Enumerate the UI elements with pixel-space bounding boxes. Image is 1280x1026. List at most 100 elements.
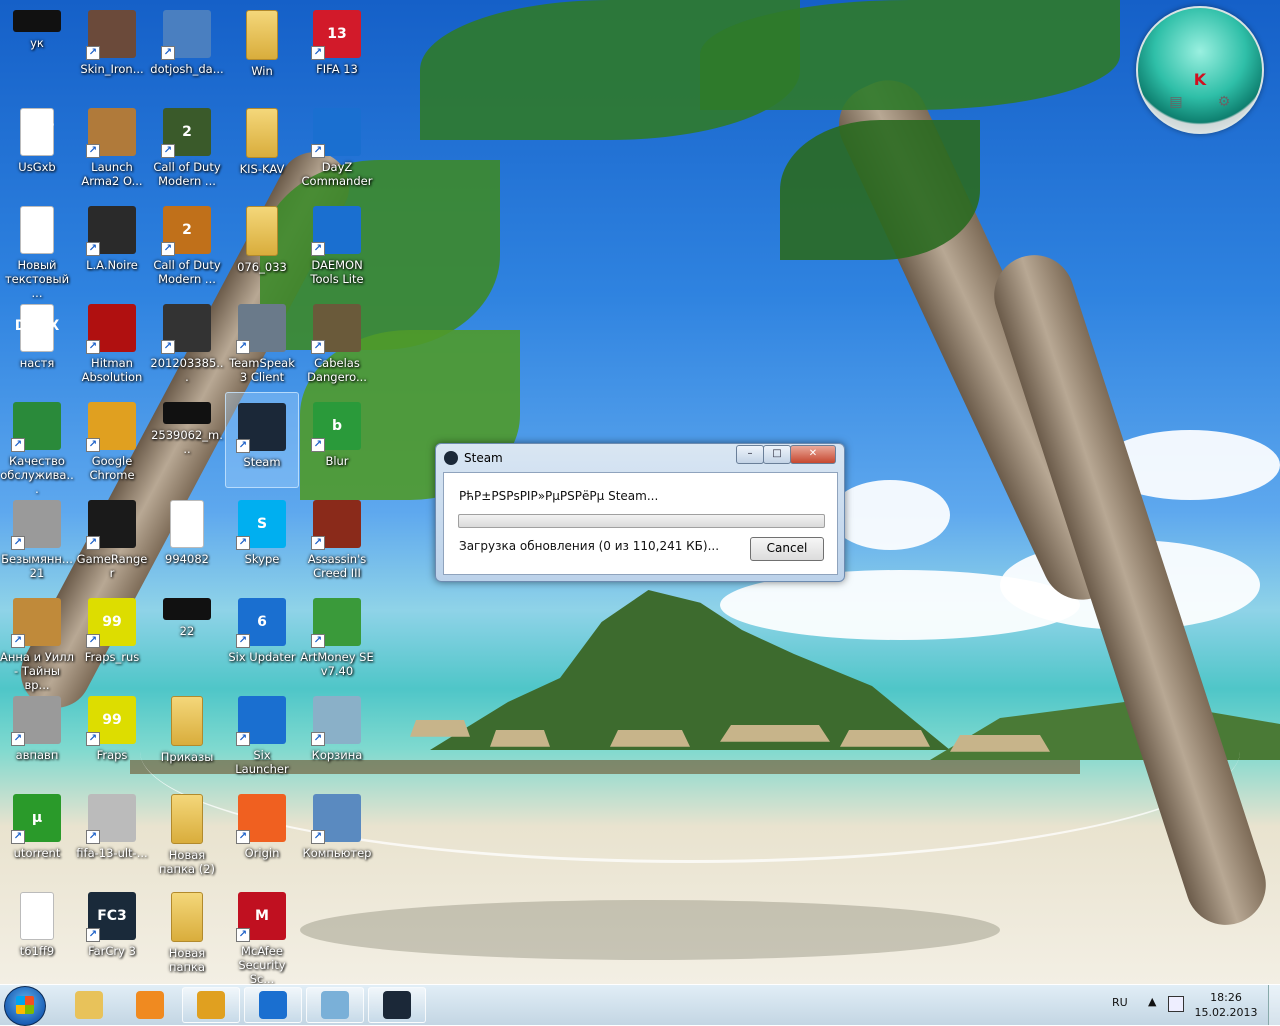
desktop-icon-label: ArtMoney SE v7.40	[300, 650, 374, 678]
desktop-icon[interactable]: 2 ↗ Call of Duty Modern ...	[150, 196, 224, 292]
desktop-icon[interactable]: DOCX настя	[0, 294, 74, 390]
desktop-icon[interactable]: ↗ L.A.Noire	[75, 196, 149, 292]
desktop-icon[interactable]: ↗ Google Chrome	[75, 392, 149, 488]
desktop-icon[interactable]: t61ff9	[0, 882, 74, 978]
desktop-icon[interactable]: 6 ↗ Six Updater	[225, 588, 299, 684]
show-desktop-button[interactable]	[1268, 985, 1280, 1025]
desktop-icon[interactable]: Новый текстовый ...	[0, 196, 74, 300]
icon-glyph: 2	[182, 124, 192, 140]
desktop-icon[interactable]: ↗ DAEMON Tools Lite	[300, 196, 374, 292]
icon-glyph: 2	[182, 222, 192, 238]
desktop-icon[interactable]: ↗ 201203385...	[150, 294, 224, 390]
clock[interactable]: 18:26 15.02.2013	[1186, 990, 1266, 1020]
desktop-icon[interactable]: ↗ Hitman Absolution	[75, 294, 149, 390]
icon-glyph: 13	[327, 26, 347, 42]
network-icon[interactable]	[1168, 996, 1184, 1012]
desktop-icon-label: KIS-KAV	[239, 162, 285, 176]
desktop-icon[interactable]: 99 ↗ Fraps_rus	[75, 588, 149, 684]
desktop-icon[interactable]: ↗ Компьютер	[300, 784, 374, 880]
desktop-icon[interactable]: ↗ Корзина	[300, 686, 374, 782]
desktop-icon[interactable]: Win	[225, 0, 299, 96]
shortcut-arrow-icon: ↗	[236, 536, 250, 550]
icon-glyph: 99	[102, 614, 122, 630]
report-icon[interactable]: ▤	[1166, 94, 1186, 114]
desktop-icon[interactable]: 2539062_m...	[150, 392, 224, 488]
desktop-icon[interactable]: KIS-KAV	[225, 98, 299, 194]
app-icon: ↗	[236, 403, 286, 453]
desktop-icon-label: Cabelas Dangero...	[307, 356, 367, 384]
desktop-icon[interactable]: ↗ fifa-13-ult-...	[75, 784, 149, 880]
desktop-icon[interactable]: 22	[150, 588, 224, 684]
shortcut-arrow-icon: ↗	[11, 536, 25, 550]
palm-frond	[780, 120, 980, 260]
desktop-icon[interactable]: Приказы	[150, 686, 224, 782]
folder-icon	[246, 206, 278, 256]
steam-update-dialog[interactable]: Steam – □ ✕ РћР±РЅРѕРІР»РµРЅРёРµ Steam..…	[435, 443, 845, 582]
desktop-icon[interactable]: M ↗ McAfee Security Sc...	[225, 882, 299, 984]
taskbar-button[interactable]	[182, 987, 240, 1023]
desktop-icon[interactable]: ↗ Launch Arma2 O...	[75, 98, 149, 194]
desktop-icon[interactable]: ODT UsGxb	[0, 98, 74, 194]
desktop-icon[interactable]: Новая папка	[150, 882, 224, 978]
taskbar-button[interactable]	[244, 987, 302, 1023]
shortcut-arrow-icon: ↗	[236, 634, 250, 648]
start-button[interactable]	[4, 986, 46, 1026]
desktop-icon[interactable]: S ↗ Skype	[225, 490, 299, 586]
desktop-icon[interactable]: ↗ TeamSpeak 3 Client	[225, 294, 299, 390]
desktop-icon-label: TeamSpeak 3 Client	[229, 356, 295, 384]
shortcut-arrow-icon: ↗	[236, 732, 250, 746]
desktop-icon[interactable]: ↗ GameRanger	[75, 490, 149, 586]
maximize-button[interactable]: □	[763, 445, 791, 464]
desktop-icon[interactable]: ук	[0, 0, 74, 96]
desktop-icon[interactable]: ↗ Origin	[225, 784, 299, 880]
desktop-icon[interactable]: ↗ Безымянн... 21	[0, 490, 74, 586]
desktop-icon[interactable]: ↗ Six Launcher	[225, 686, 299, 782]
desktop-icon[interactable]: ↗ Cabelas Dangero...	[300, 294, 374, 390]
desktop-icon[interactable]: 994082	[150, 490, 224, 586]
close-button[interactable]: ✕	[790, 445, 836, 464]
desktop-icon[interactable]: FC3 ↗ FarCry 3	[75, 882, 149, 978]
desktop-icon[interactable]: 13 ↗ FIFA 13	[300, 0, 374, 96]
taskbar-button[interactable]	[368, 987, 426, 1023]
desktop-icon[interactable]: ↗ DayZ Commander	[300, 98, 374, 194]
desktop-icon[interactable]: 99 ↗ Fraps	[75, 686, 149, 782]
desktop-icon-label: Fraps_rus	[84, 650, 140, 664]
desktop-icon[interactable]: ↗ Анна и Уилл - Тайны вр...	[0, 588, 74, 692]
desktop-icon[interactable]: Новая папка (2)	[150, 784, 224, 880]
app-icon: ↗	[86, 500, 136, 550]
show-hidden-icons-icon[interactable]: ▲	[1148, 995, 1156, 1008]
gear-icon[interactable]: ⚙	[1214, 94, 1234, 114]
desktop[interactable]: ук ↗ Skin_Iron... ↗ dotjosh_da... Win 13 ↗ FIFA …	[0, 0, 1280, 984]
dialog-title-bar[interactable]: Steam	[444, 449, 503, 467]
desktop-icon[interactable]: µ ↗ utorrent	[0, 784, 74, 880]
desktop-icon[interactable]: ↗ Steam	[225, 392, 299, 488]
desktop-icon[interactable]: b ↗ Blur	[300, 392, 374, 488]
desktop-icon[interactable]: 2 ↗ Call of Duty Modern ...	[150, 98, 224, 194]
desktop-icon[interactable]: ↗ Skin_Iron...	[75, 0, 149, 96]
kaspersky-gadget[interactable]: K ▤ ⚙	[1136, 6, 1264, 134]
desktop-icon[interactable]: ↗ dotjosh_da...	[150, 0, 224, 96]
taskbar-button[interactable]	[306, 987, 364, 1023]
desktop-icon-label: FIFA 13	[316, 62, 358, 76]
folder-icon	[171, 892, 203, 942]
taskbar-button[interactable]	[121, 987, 179, 1023]
desktop-icon[interactable]: 076_033	[225, 196, 299, 292]
cancel-button[interactable]: Cancel	[750, 537, 824, 561]
shortcut-arrow-icon: ↗	[86, 46, 100, 60]
taskbar-button[interactable]	[60, 987, 118, 1023]
icon-glyph: FC3	[97, 908, 127, 924]
desktop-icon-label: 076_033	[237, 260, 287, 274]
desktop-icon-label: UsGxb	[18, 160, 56, 174]
desktop-icon[interactable]: ↗ ArtMoney SE v7.40	[300, 588, 374, 684]
steam-icon	[444, 451, 458, 465]
app-icon: ↗	[311, 794, 361, 844]
desktop-icon[interactable]: ↗ авпавп	[0, 686, 74, 782]
desktop-icon-label: 22	[179, 624, 195, 638]
desktop-icon[interactable]: ↗ Качество обслужива...	[0, 392, 74, 496]
language-indicator[interactable]: RU	[1112, 996, 1128, 1009]
shortcut-arrow-icon: ↗	[161, 46, 175, 60]
explorer-icon	[75, 991, 103, 1019]
minimize-button[interactable]: –	[736, 445, 764, 464]
desktop-icon[interactable]: ↗ Assassin's Creed III	[300, 490, 374, 586]
desktop-icon-label: Корзина	[311, 748, 363, 762]
